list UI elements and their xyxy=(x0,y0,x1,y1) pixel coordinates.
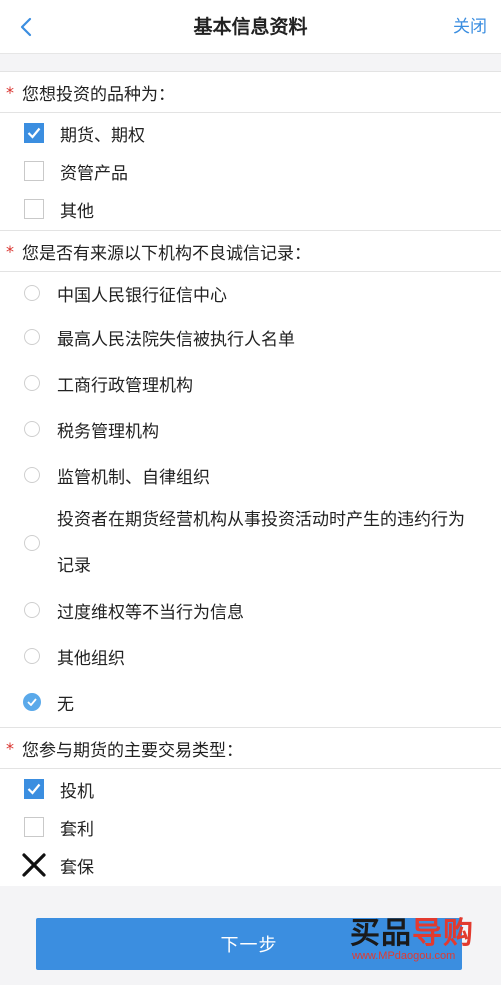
option-other[interactable]: 其他 xyxy=(0,190,501,228)
option-pboc-credit-center[interactable]: 中国人民银行征信中心 xyxy=(0,272,501,314)
radio[interactable] xyxy=(24,467,40,483)
checkmark-icon xyxy=(27,127,41,139)
option-other-org[interactable]: 其他组织 xyxy=(0,635,501,677)
radio[interactable] xyxy=(24,602,40,618)
option-improper-rights[interactable]: 过度维权等不当行为信息 xyxy=(0,589,501,631)
option-supreme-court-list[interactable]: 最高人民法院失信被执行人名单 xyxy=(0,316,501,358)
checkbox[interactable] xyxy=(24,199,44,219)
question-3-title: * 您参与期货的主要交易类型： xyxy=(0,727,501,769)
question-2-title: * 您是否有来源以下机构不良诚信记录： xyxy=(0,230,501,272)
spacer xyxy=(0,54,501,72)
option-speculation[interactable]: 投机 xyxy=(0,770,501,808)
checkbox-checked[interactable] xyxy=(24,123,44,143)
watermark-logo: 买品导购 www.MPdaogou.com xyxy=(350,916,474,962)
cross-icon[interactable] xyxy=(21,852,47,878)
nav-bar: 基本信息资料 关闭 xyxy=(0,0,501,54)
checkbox[interactable] xyxy=(24,161,44,181)
option-asset-management[interactable]: 资管产品 xyxy=(0,152,501,190)
question-1-title: * 您想投资的品种为： xyxy=(0,71,501,113)
option-arbitrage[interactable]: 套利 xyxy=(0,808,501,846)
radio[interactable] xyxy=(24,648,40,664)
option-tax-authority[interactable]: 税务管理机构 xyxy=(0,408,501,450)
option-regulatory-org[interactable]: 监管机制、自律组织 xyxy=(0,454,501,496)
checkbox-checked[interactable] xyxy=(24,779,44,799)
checkbox[interactable] xyxy=(24,817,44,837)
radio[interactable] xyxy=(24,329,40,345)
checkmark-icon xyxy=(27,698,37,706)
option-hedging[interactable]: 套保 xyxy=(0,846,501,884)
option-default-record[interactable]: 投资者在期货经营机构从事投资活动时产生的违约行为 记录 xyxy=(0,498,501,588)
radio[interactable] xyxy=(24,421,40,437)
option-futures-options[interactable]: 期货、期权 xyxy=(0,114,501,152)
option-none[interactable]: 无 xyxy=(0,681,501,723)
page-title: 基本信息资料 xyxy=(193,16,308,38)
radio-selected[interactable] xyxy=(23,693,41,711)
checkmark-icon xyxy=(27,783,41,795)
close-button[interactable]: 关闭 xyxy=(453,0,487,54)
radio[interactable] xyxy=(24,285,40,301)
option-industry-commerce[interactable]: 工商行政管理机构 xyxy=(0,362,501,404)
radio[interactable] xyxy=(24,535,40,551)
radio[interactable] xyxy=(24,375,40,391)
